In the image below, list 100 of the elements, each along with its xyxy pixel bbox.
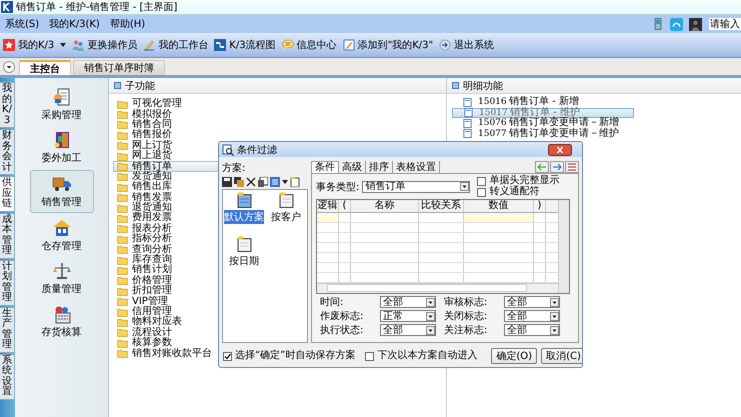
side-tab[interactable]: 财务会计 — [0, 129, 15, 175]
caret-icon[interactable] — [282, 180, 288, 184]
tab[interactable]: 销售订单序时簿 — [73, 60, 165, 75]
square-icon — [114, 82, 121, 89]
column-header: 比较关系 — [419, 200, 464, 212]
module-button[interactable]: 仓存管理 — [28, 215, 94, 256]
folder-icon — [117, 328, 128, 338]
folder-item[interactable]: 折扣管理 — [117, 286, 297, 296]
folder-item[interactable]: 核算参数 — [117, 338, 297, 348]
highlighted-cell[interactable] — [317, 213, 339, 222]
module-button[interactable]: 销售管理 — [30, 170, 94, 213]
vertical-scrollbar[interactable] — [558, 200, 569, 293]
folder-icon — [117, 204, 128, 213]
toolbar-button[interactable]: 信息中心 — [282, 38, 337, 52]
save-as-icon[interactable] — [234, 177, 244, 187]
pen-icon — [143, 39, 156, 51]
column-header: 数值 — [464, 200, 534, 212]
checkbox[interactable] — [477, 176, 486, 186]
toolbar-button[interactable]: 我的K/3 — [3, 38, 66, 52]
tab[interactable]: 条件 — [311, 161, 339, 173]
new-icon[interactable] — [290, 177, 300, 187]
dialog-button[interactable]: 取消(C) — [541, 348, 582, 364]
exit-icon — [439, 39, 452, 51]
phone-icon[interactable] — [652, 18, 664, 30]
filter-select[interactable]: 全部 — [380, 296, 436, 308]
avatar-icon[interactable] — [689, 18, 702, 30]
checkbox-option[interactable]: 单据头完整显示 — [477, 176, 560, 186]
function-item[interactable]: 15016 销售订单 - 新增 — [452, 97, 632, 108]
arrow-right-icon[interactable] — [550, 161, 564, 173]
function-item[interactable]: 15076 销售订单变更申请－新增 — [452, 118, 632, 128]
menu-item[interactable]: 我的K/3(K) — [49, 17, 104, 31]
app-logo-icon — [1, 1, 13, 13]
side-tab[interactable]: 供应链 — [0, 176, 15, 212]
filter-select[interactable]: 全部 — [380, 324, 436, 336]
toolbar-button[interactable]: 更换操作员 — [72, 38, 138, 52]
checkbox-option[interactable]: 转义通配符 — [477, 187, 560, 197]
delete-icon[interactable] — [246, 177, 256, 187]
folder-icon — [117, 286, 128, 296]
module-button[interactable]: 委外加工 — [28, 127, 94, 168]
save-icon[interactable] — [222, 177, 232, 187]
column-header: 名称 — [351, 200, 419, 212]
checkbox[interactable] — [477, 188, 486, 196]
horizontal-scrollbar[interactable] — [317, 283, 558, 293]
collapse-icon[interactable] — [3, 60, 15, 72]
menu-item[interactable]: 系统(S) — [5, 17, 44, 31]
scheme-item[interactable]: 默认方案 — [223, 192, 265, 236]
document-icon — [236, 236, 252, 252]
toolbar-button[interactable]: 退出系统 — [439, 38, 494, 52]
folder-icon — [117, 308, 128, 316]
function-item[interactable]: 15017 销售订单 - 维护 — [452, 108, 634, 118]
folder-icon — [117, 120, 128, 130]
folder-item[interactable]: 可视化管理 — [117, 99, 297, 110]
dialog-button[interactable]: 确定(O) — [491, 348, 538, 364]
filter-select[interactable]: 全部 — [504, 310, 560, 322]
side-tab[interactable]: 计划管理 — [0, 260, 15, 306]
type-select[interactable]: 销售订单 — [362, 180, 470, 192]
highlighted-cell[interactable] — [464, 213, 534, 222]
folder-item[interactable]: 模拟报价 — [117, 109, 297, 120]
folder-icon — [117, 297, 128, 306]
side-tab[interactable]: 成本管理 — [0, 212, 15, 258]
field-label: 审核标志: — [444, 296, 488, 308]
list-icon[interactable] — [565, 161, 579, 173]
document-icon — [462, 98, 473, 107]
checkbox[interactable] — [365, 352, 374, 360]
toolbar-button[interactable]: 添加到"我的K/3" — [342, 38, 434, 52]
module-button[interactable]: 质量管理 — [28, 258, 94, 299]
side-tab[interactable]: 我的K/3 — [0, 82, 15, 128]
folder-item[interactable]: 销售报价 — [117, 130, 297, 141]
properties-icon[interactable] — [258, 177, 268, 187]
checkbox[interactable] — [223, 352, 232, 360]
view-icon[interactable] — [270, 177, 280, 187]
module-button[interactable]: 存货核算 — [28, 301, 94, 342]
field-label: 关闭标志: — [444, 310, 488, 322]
filter-select[interactable]: 全部 — [504, 296, 560, 308]
folder-icon — [117, 338, 128, 348]
chart-icon — [214, 39, 226, 51]
caret-icon — [60, 43, 66, 47]
folder-icon — [117, 162, 128, 172]
folder-item[interactable]: 销售出库 — [117, 182, 297, 193]
close-icon[interactable] — [548, 144, 572, 156]
side-tab[interactable]: 生产管理 — [0, 306, 15, 352]
menu-item[interactable]: 帮助(H) — [110, 17, 150, 31]
folder-icon — [117, 245, 128, 254]
tab[interactable]: 主控台 — [19, 60, 71, 75]
toolbar-button[interactable]: K/3流程图 — [214, 38, 276, 52]
arrow-left-icon[interactable] — [535, 161, 549, 173]
checkbox-option[interactable]: 选择“确定”时自动保存方案 — [223, 351, 356, 361]
document-icon — [462, 118, 473, 128]
module-button[interactable]: 采购管理 — [28, 84, 94, 125]
side-tab[interactable]: 系统设置 — [0, 354, 15, 400]
toolbar-button[interactable]: 我的工作台 — [143, 38, 208, 52]
filter-select[interactable]: 全部 — [504, 324, 560, 336]
house-icon — [52, 218, 72, 238]
function-item[interactable]: 15077 销售订单变更申请－维护 — [452, 128, 632, 139]
search-field[interactable]: 请输入 — [709, 18, 741, 30]
cloud-icon[interactable] — [670, 18, 683, 30]
folder-item[interactable]: VIP管理 — [117, 296, 297, 307]
checkbox-option[interactable]: 下次以本方案自动进入 — [365, 351, 478, 361]
scheme-item[interactable]: 按客户 — [265, 192, 307, 236]
filter-select[interactable]: 正常 — [380, 310, 436, 322]
